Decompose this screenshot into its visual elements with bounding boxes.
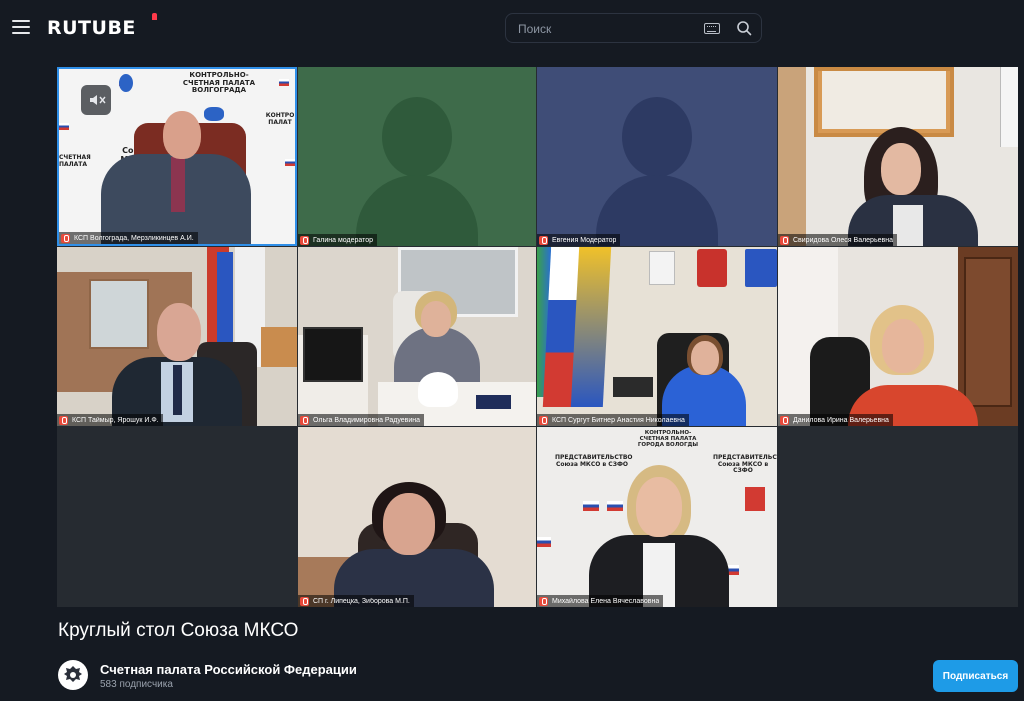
avatar-placeholder xyxy=(622,97,692,177)
microphone-muted-icon xyxy=(780,235,789,245)
participant-name: Галина модератор xyxy=(313,236,374,244)
participant-name: КСП Таймыр, Ярошук И.Ф. xyxy=(72,416,159,424)
participant-name-bar: Данилова Ирина Валерьевна xyxy=(778,414,893,426)
participant-name: КСП Сургут Битнер Анастия Николаевна xyxy=(552,416,685,424)
participant-tile: Свиридова Олеся Валерьевна xyxy=(778,67,1018,246)
phone xyxy=(613,377,653,397)
participant-tile: Галина модератор xyxy=(298,67,536,246)
participant-tile: Данилова Ирина Валерьевна xyxy=(778,247,1018,426)
search-icon[interactable] xyxy=(736,20,752,36)
microphone-muted-icon xyxy=(539,415,548,425)
participant-name-bar: Ольга Владимировна Радуевина xyxy=(298,414,425,426)
person-head xyxy=(691,341,719,375)
logo-accent xyxy=(152,13,157,20)
wall-sign: ПРЕДСТАВИТЕЛЬСТВО Союза МКСО в СЗФО xyxy=(555,454,633,468)
emblem xyxy=(119,74,133,92)
participant-name-bar: Михайлова Елена Вячеславовна xyxy=(537,595,664,607)
calendar xyxy=(1000,67,1018,147)
participant-name-bar: Евгения Модератор xyxy=(537,234,621,246)
participant-tile: КСП Сургут Битнер Анастия Николаевна xyxy=(537,247,777,426)
participant-name-bar: КСП Волгограда, Мерзликинцев А.И. xyxy=(59,232,198,244)
wall-sign: КОНТРОЛЬНО-СЧЕТНАЯ ПАЛАТА ВОЛГОГРАДА xyxy=(182,71,256,95)
frame xyxy=(261,327,297,367)
video-player[interactable]: КОНТРОЛЬНО-СЧЕТНАЯ ПАЛАТА ВОЛГОГРАДА Сою… xyxy=(57,67,1018,607)
wall-sign: КОНТРОЛЬНО-СЧЕТНАЯ ПАЛАТА ГОРОДА ВОЛОГДЫ xyxy=(637,430,699,449)
hamburger-menu-icon[interactable] xyxy=(12,20,30,34)
door xyxy=(778,67,806,246)
subscribe-button[interactable]: Подписаться xyxy=(933,660,1018,692)
emblem xyxy=(649,251,675,285)
flag xyxy=(59,123,69,130)
participant-name: Михайлова Елена Вячеславовна xyxy=(552,597,660,605)
participant-name: СП г. Липецка, Зиборова М.П. xyxy=(313,597,410,605)
participant-name-bar: Галина модератор xyxy=(298,234,378,246)
flag xyxy=(607,501,623,511)
microphone-muted-icon xyxy=(539,596,548,606)
participant-name: КСП Волгограда, Мерзликинцев А.И. xyxy=(74,234,194,242)
wall-sign: СЧЕТНАЯ ПАЛАТА xyxy=(59,154,91,168)
folder xyxy=(476,395,511,409)
participant-name: Свиридова Олеся Валерьевна xyxy=(793,236,893,244)
flag xyxy=(285,159,295,166)
participant-tile: КСП Таймыр, Ярошук И.Ф. xyxy=(57,247,297,426)
participant-tile: КОНТРОЛЬНО-СЧЕТНАЯ ПАЛАТА ВОЛГОГРАДА Сою… xyxy=(57,67,297,246)
eagle-emblem-icon xyxy=(59,661,87,689)
participant-tile: СП г. Липецка, Зиборова М.П. xyxy=(298,427,536,607)
participant-name-bar: КСП Таймыр, Ярошук И.Ф. xyxy=(57,414,163,426)
top-navigation-bar: RUTUBE Поиск xyxy=(0,0,1024,56)
wall-sign: ПРЕДСТАВИТЕЛЬСТВО Союза МКСО в СЗФО xyxy=(713,454,777,475)
avatar-placeholder xyxy=(382,97,452,177)
microphone-muted-icon xyxy=(59,415,68,425)
participant-name-bar: Свиридова Олеся Валерьевна xyxy=(778,234,897,246)
microphone-muted-icon xyxy=(300,235,309,245)
channel-name[interactable]: Счетная палата Российской Федерации xyxy=(100,662,357,677)
tie xyxy=(173,365,182,415)
rutube-logo[interactable]: RUTUBE xyxy=(47,17,136,39)
person-head xyxy=(157,303,201,361)
participant-name-bar: СП г. Липецка, Зиборова М.П. xyxy=(298,595,414,607)
decoration xyxy=(418,372,458,407)
emblem xyxy=(745,487,765,511)
participant-name: Данилова Ирина Валерьевна xyxy=(793,416,889,424)
microphone-muted-icon xyxy=(780,415,789,425)
person-head xyxy=(882,319,924,373)
microphone-muted-icon xyxy=(300,596,309,606)
search-placeholder: Поиск xyxy=(518,22,552,36)
channel-avatar[interactable] xyxy=(58,660,88,690)
search-input[interactable]: Поиск xyxy=(505,13,762,43)
tie xyxy=(171,157,185,212)
video-title: Круглый стол Союза МКСО xyxy=(58,620,299,641)
participant-tile: Ольга Владимировна Радуевина xyxy=(298,247,536,426)
keyboard-icon[interactable] xyxy=(704,23,720,34)
shelf xyxy=(822,71,946,129)
emblem xyxy=(204,107,224,121)
shirt xyxy=(893,205,923,246)
wall-sign: КОНТРО ПАЛАТ xyxy=(265,112,295,126)
participant-name: Евгения Модератор xyxy=(552,236,617,244)
emblem xyxy=(745,249,777,287)
person-head xyxy=(383,493,435,555)
person-head xyxy=(636,477,682,537)
subscriber-count: 583 подписчика xyxy=(100,679,173,690)
participant-tile: КОНТРОЛЬНО-СЧЕТНАЯ ПАЛАТА ГОРОДА ВОЛОГДЫ… xyxy=(537,427,777,607)
person-head xyxy=(163,111,201,159)
emblem xyxy=(697,249,727,287)
speaker-muted-icon[interactable] xyxy=(81,85,111,115)
cabinet-glass xyxy=(89,279,149,349)
flag xyxy=(279,79,289,86)
person-head xyxy=(421,301,451,337)
flag xyxy=(583,501,599,511)
microphone-muted-icon xyxy=(539,235,548,245)
participant-tile: Евгения Модератор xyxy=(537,67,777,246)
flag xyxy=(537,537,551,547)
person-head xyxy=(881,143,921,195)
monitor xyxy=(303,327,363,382)
participant-name-bar: КСП Сургут Битнер Анастия Николаевна xyxy=(537,414,689,426)
bookcase xyxy=(964,257,1012,407)
microphone-muted-icon xyxy=(61,233,70,243)
microphone-muted-icon xyxy=(300,415,309,425)
participant-name: Ольга Владимировна Радуевина xyxy=(313,416,421,424)
